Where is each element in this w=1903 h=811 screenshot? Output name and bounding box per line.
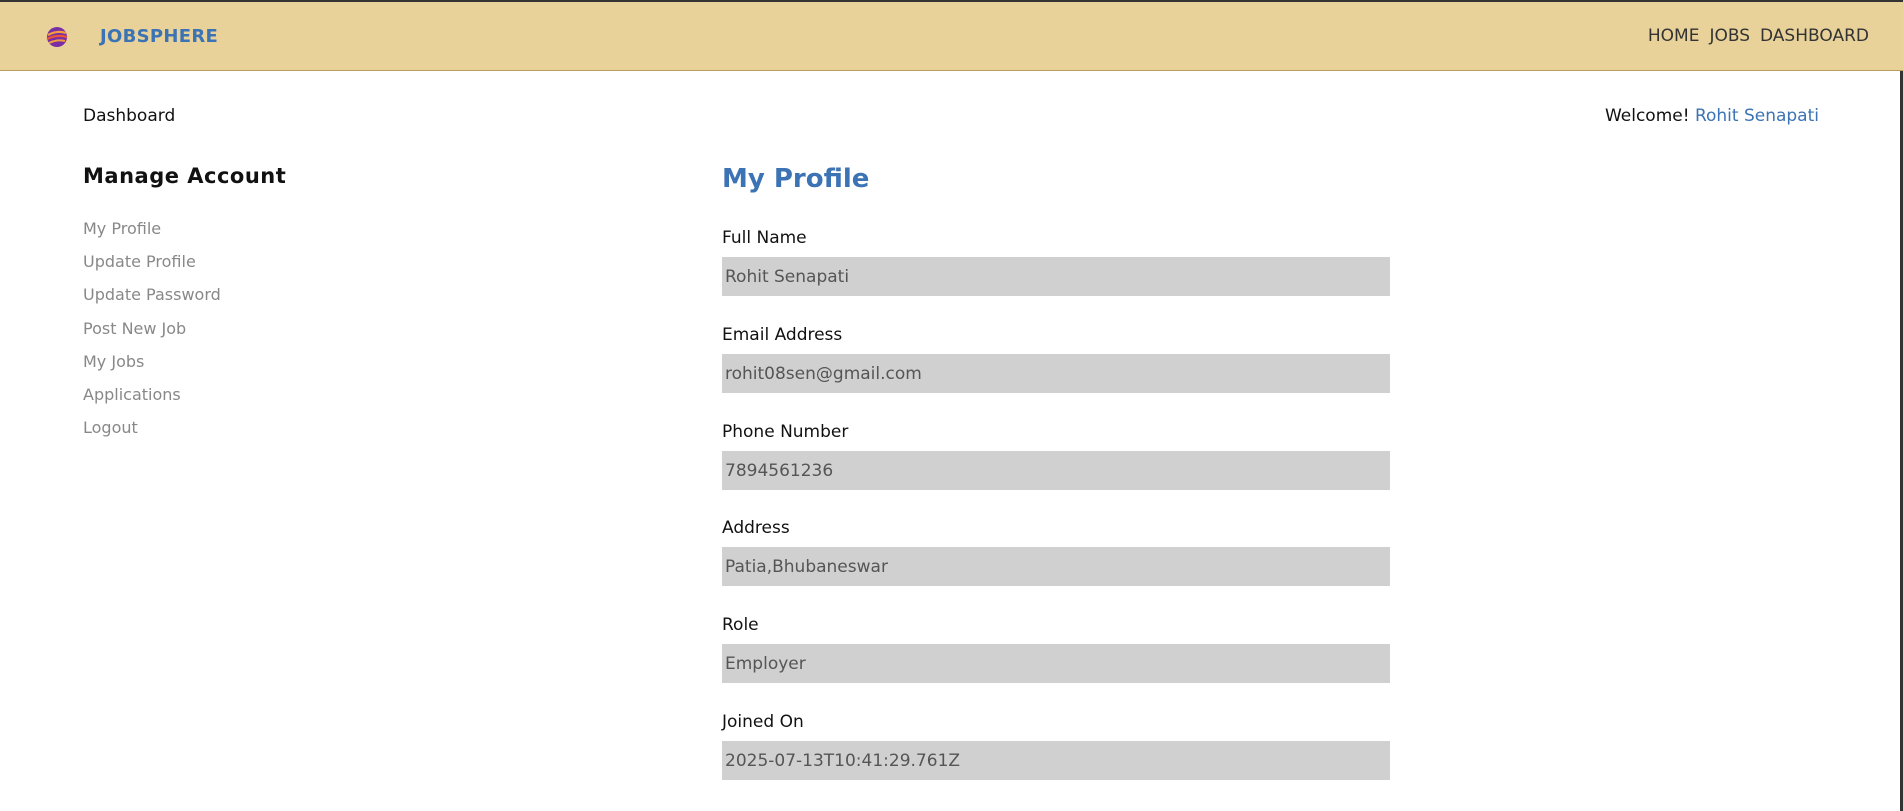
welcome-message: Welcome! Rohit Senapati bbox=[1605, 106, 1819, 126]
breadcrumb: Dashboard bbox=[83, 106, 176, 126]
nav-jobs-link[interactable]: JOBS bbox=[1709, 26, 1750, 46]
role-label: Role bbox=[722, 615, 759, 635]
nav-home-link[interactable]: HOME bbox=[1648, 26, 1700, 46]
address-label: Address bbox=[722, 518, 790, 538]
email-label: Email Address bbox=[722, 325, 843, 345]
sidebar-item-my-jobs[interactable]: My Jobs bbox=[83, 351, 221, 384]
phone-field[interactable] bbox=[722, 451, 1390, 490]
sidebar-item-post-new-job[interactable]: Post New Job bbox=[83, 318, 221, 351]
phone-label: Phone Number bbox=[722, 422, 849, 442]
full-name-group: Full Name bbox=[722, 227, 1390, 296]
role-group: Role bbox=[722, 614, 1390, 683]
joined-on-group: Joined On bbox=[722, 711, 1390, 780]
main-nav: HOME JOBS DASHBOARD bbox=[1648, 26, 1869, 46]
sidebar-item-update-password[interactable]: Update Password bbox=[83, 284, 221, 317]
sidebar-item-logout[interactable]: Logout bbox=[83, 417, 221, 450]
email-field[interactable] bbox=[722, 354, 1390, 393]
sidebar-title: Manage Account bbox=[83, 164, 287, 188]
sidebar-item-my-profile[interactable]: My Profile bbox=[83, 218, 221, 251]
address-field[interactable] bbox=[722, 547, 1390, 586]
joined-on-label: Joined On bbox=[722, 712, 804, 732]
full-name-label: Full Name bbox=[722, 228, 807, 248]
sidebar-item-applications[interactable]: Applications bbox=[83, 384, 221, 417]
page-title: My Profile bbox=[722, 164, 870, 194]
full-name-field[interactable] bbox=[722, 257, 1390, 296]
sidebar-item-update-profile[interactable]: Update Profile bbox=[83, 251, 221, 284]
phone-group: Phone Number bbox=[722, 421, 1390, 490]
welcome-prefix: Welcome! bbox=[1604, 106, 1690, 126]
email-group: Email Address bbox=[722, 324, 1390, 393]
globe-logo-icon[interactable] bbox=[44, 24, 70, 50]
sidebar-menu: My Profile Update Profile Update Passwor… bbox=[83, 218, 221, 450]
brand-name[interactable]: JOBSPHERE bbox=[100, 26, 218, 47]
address-group: Address bbox=[722, 517, 1390, 586]
welcome-user-name: Rohit Senapati bbox=[1694, 106, 1819, 126]
nav-dashboard-link[interactable]: DASHBOARD bbox=[1760, 26, 1869, 46]
joined-on-field[interactable] bbox=[722, 741, 1390, 780]
top-navbar: JOBSPHERE HOME JOBS DASHBOARD bbox=[0, 0, 1903, 71]
role-field[interactable] bbox=[722, 644, 1390, 683]
